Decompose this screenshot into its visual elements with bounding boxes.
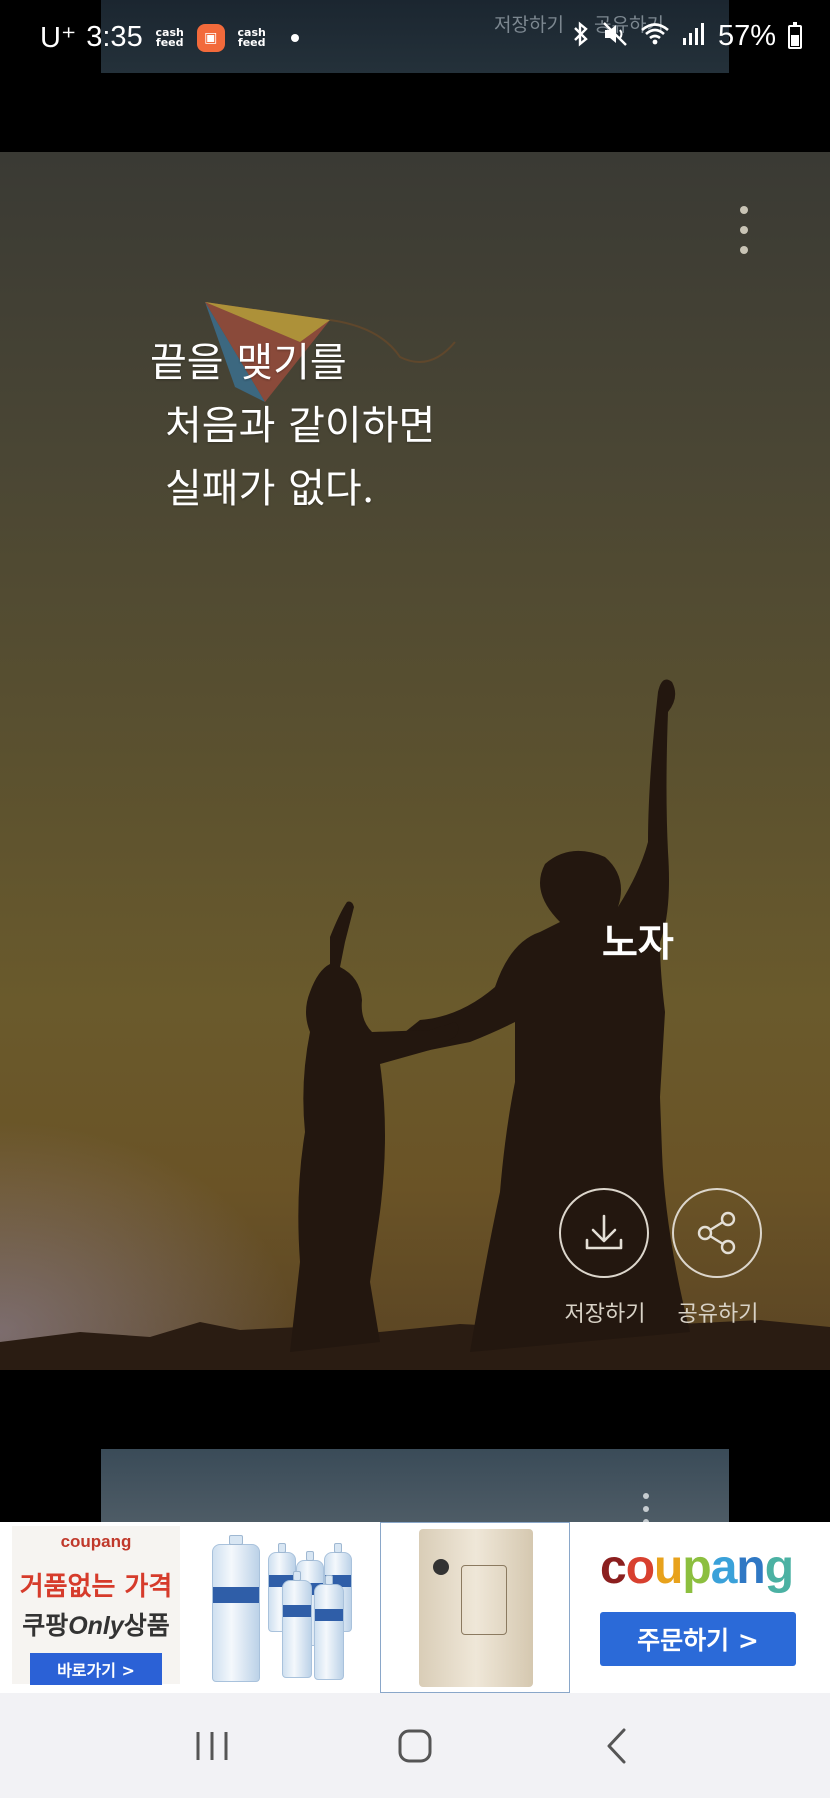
- share-label: 공유하기: [677, 1302, 759, 1327]
- share-icon: [697, 1211, 736, 1255]
- more-vertical-icon: [740, 206, 748, 214]
- ad-coupang-order[interactable]: coupang 주문하기 >: [570, 1522, 830, 1693]
- ad-headline: 거품없는 가격: [19, 1572, 173, 1602]
- coupang-logo-letter: a: [710, 1541, 738, 1594]
- ad-subline: 쿠팡Only상품: [22, 1611, 170, 1640]
- coupang-logo-letter: u: [654, 1541, 683, 1594]
- order-button[interactable]: 주문하기 >: [600, 1612, 796, 1666]
- coupang-logo-letter: p: [682, 1541, 711, 1594]
- download-icon: [585, 1214, 623, 1250]
- cashfeed-badge-2: cash feed: [237, 25, 266, 49]
- back-button[interactable]: [583, 1711, 653, 1781]
- water-bottle-image: [212, 1535, 260, 1682]
- previous-save-label: 저장하기: [494, 14, 564, 36]
- quote-author: 노자: [602, 921, 674, 966]
- recent-apps-button[interactable]: [177, 1711, 247, 1781]
- water-bottle-image: [314, 1575, 344, 1680]
- coupang-small-logo: coupang: [60, 1532, 132, 1551]
- quote-card[interactable]: 끝을 맺기를 처음과 같이하면 실패가 없다. 노자 저장하기 공유하기: [0, 152, 830, 1370]
- next-quote-card[interactable]: [101, 1449, 729, 1523]
- mute-icon: [602, 21, 628, 53]
- ad-go-button[interactable]: 바로가기 >: [30, 1653, 162, 1685]
- coupang-logo-letter: c: [600, 1541, 627, 1594]
- status-right: 57%: [572, 20, 802, 53]
- ad-banner[interactable]: coupang 거품없는 가격 쿠팡Only상품 바로가기 > coupang …: [0, 1522, 830, 1693]
- quote-line-3: 실패가 없다.: [165, 466, 375, 512]
- coupang-logo-letter: o: [625, 1541, 655, 1594]
- coupang-logo: coupang: [600, 1540, 794, 1595]
- home-icon: [398, 1729, 432, 1762]
- coupang-logo-letter: n: [736, 1541, 765, 1594]
- cashfeed-badge-1: cash feed: [155, 25, 184, 49]
- battery-percent: 57%: [717, 20, 776, 52]
- ad-rice-bag[interactable]: [380, 1522, 570, 1693]
- more-vertical-icon[interactable]: [643, 1493, 649, 1523]
- rice-bag-image: [419, 1529, 533, 1687]
- signal-icon: [682, 21, 706, 53]
- water-bottle-image: [282, 1571, 312, 1678]
- save-action[interactable]: 저장하기: [559, 1188, 651, 1328]
- recent-apps-icon: [196, 1731, 228, 1760]
- clock: 3:35: [86, 21, 143, 53]
- ad-coupang-promo[interactable]: coupang 거품없는 가격 쿠팡Only상품 바로가기 >: [0, 1522, 190, 1693]
- notification-dot-icon: [290, 33, 299, 42]
- share-action[interactable]: 공유하기: [672, 1188, 764, 1328]
- share-button[interactable]: [672, 1188, 762, 1278]
- quote-text: 끝을 맺기를 처음과 같이하면 실패가 없다.: [150, 332, 435, 521]
- tv-app-icon: ▣: [196, 23, 225, 52]
- quote-line-2: 처음과 같이하면: [165, 403, 436, 449]
- battery-icon: [788, 21, 802, 49]
- back-icon: [607, 1728, 626, 1763]
- more-options-button[interactable]: [732, 206, 756, 254]
- coupang-logo-letter: g: [764, 1541, 794, 1594]
- navigation-bar: [0, 1693, 830, 1798]
- carrier-label: U⁺: [40, 22, 77, 54]
- home-button[interactable]: [380, 1711, 450, 1781]
- wifi-icon: [640, 21, 670, 53]
- quote-line-1: 끝을 맺기를: [150, 340, 347, 386]
- status-bar: 저장하기 공유하기 U⁺ 3:35 cash feed ▣ cash feed …: [0, 0, 830, 80]
- status-left: U⁺ 3:35 cash feed ▣ cash feed: [40, 20, 299, 55]
- ad-water-bottles[interactable]: [190, 1522, 380, 1693]
- save-button[interactable]: [559, 1188, 649, 1278]
- bluetooth-icon: [572, 20, 590, 53]
